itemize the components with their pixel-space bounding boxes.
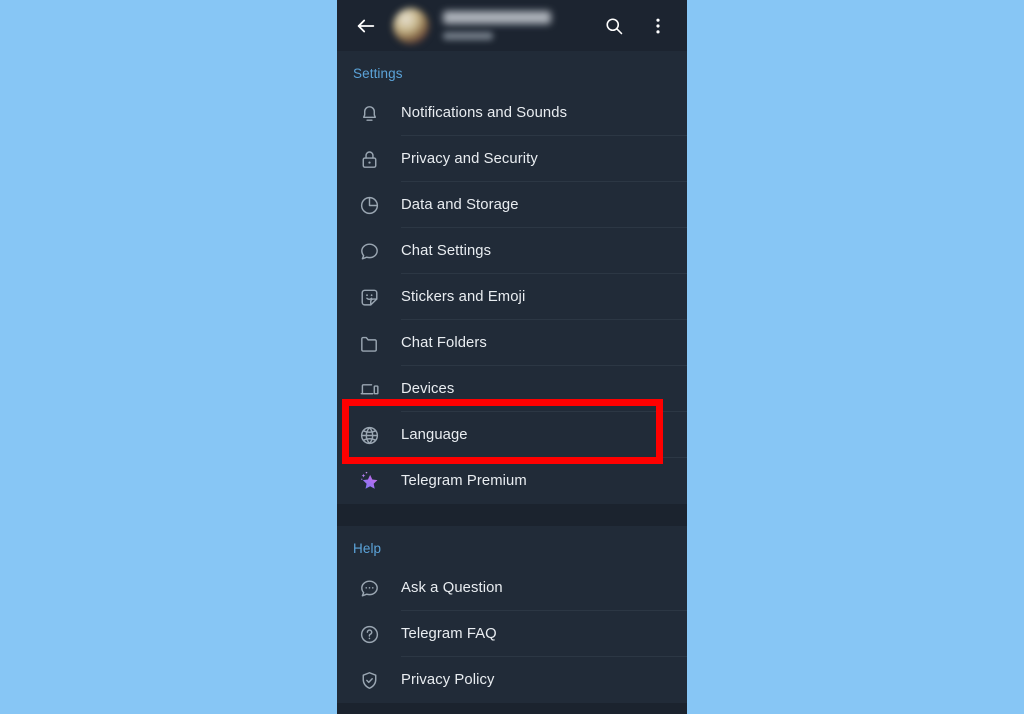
sidebar-item-label: Telegram Premium (401, 473, 527, 489)
profile-name (443, 11, 551, 24)
sidebar-item-privacy-policy[interactable]: Privacy Policy (337, 657, 687, 703)
sidebar-item-ask-a-question[interactable]: Ask a Question (337, 565, 687, 611)
sidebar-item-label: Chat Settings (401, 243, 492, 259)
footer-divider (337, 703, 687, 714)
section-title-settings: Settings (353, 66, 403, 81)
pie-chart-icon (337, 194, 401, 217)
globe-icon (337, 424, 401, 447)
sidebar-item-devices[interactable]: Devices (337, 366, 687, 412)
premium-star-icon (337, 469, 401, 494)
sidebar-item-label: Stickers and Emoji (401, 289, 526, 305)
sidebar-item-label: Data and Storage (401, 197, 519, 213)
bell-icon (337, 102, 401, 125)
sidebar-item-telegram-faq[interactable]: Telegram FAQ (337, 611, 687, 657)
telegram-settings-screen: Settings Notifications and Sounds Privac… (337, 0, 687, 714)
sidebar-item-label: Ask a Question (401, 580, 503, 596)
settings-section: Settings Notifications and Sounds Privac… (337, 51, 687, 504)
sidebar-item-notifications-and-sounds[interactable]: Notifications and Sounds (337, 90, 687, 136)
more-vertical-icon[interactable] (641, 9, 675, 43)
sidebar-item-label: Privacy Policy (401, 672, 495, 688)
avatar[interactable] (393, 7, 429, 44)
sidebar-item-label: Telegram FAQ (401, 626, 497, 642)
sidebar-item-label: Devices (401, 381, 455, 397)
sidebar-item-chat-settings[interactable]: Chat Settings (337, 228, 687, 274)
sidebar-item-label: Chat Folders (401, 335, 487, 351)
arrow-left-icon[interactable] (349, 9, 383, 43)
search-icon[interactable] (597, 9, 631, 43)
help-section: Help Ask a Question Telegram FAQ Privacy… (337, 526, 687, 703)
question-circle-icon (337, 623, 401, 646)
app-bar-actions (597, 9, 675, 43)
chat-bubble-icon (337, 240, 401, 263)
sticker-icon (337, 286, 401, 309)
sidebar-item-language[interactable]: Language (337, 412, 687, 458)
sidebar-item-label: Language (401, 427, 468, 443)
sidebar-item-telegram-premium[interactable]: Telegram Premium (337, 458, 687, 504)
sidebar-item-label: Privacy and Security (401, 151, 538, 167)
question-bubble-icon (337, 577, 401, 600)
sidebar-item-privacy-and-security[interactable]: Privacy and Security (337, 136, 687, 182)
folder-icon (337, 332, 401, 355)
sidebar-item-stickers-and-emoji[interactable]: Stickers and Emoji (337, 274, 687, 320)
section-title-help: Help (353, 541, 382, 556)
section-divider (337, 504, 687, 526)
sidebar-item-label: Notifications and Sounds (401, 105, 568, 121)
profile-status (443, 32, 493, 40)
lock-icon (337, 148, 401, 171)
shield-check-icon (337, 669, 401, 692)
app-bar (337, 0, 687, 51)
profile-info[interactable] (443, 11, 597, 40)
sidebar-item-chat-folders[interactable]: Chat Folders (337, 320, 687, 366)
devices-icon (337, 378, 401, 401)
sidebar-item-data-and-storage[interactable]: Data and Storage (337, 182, 687, 228)
